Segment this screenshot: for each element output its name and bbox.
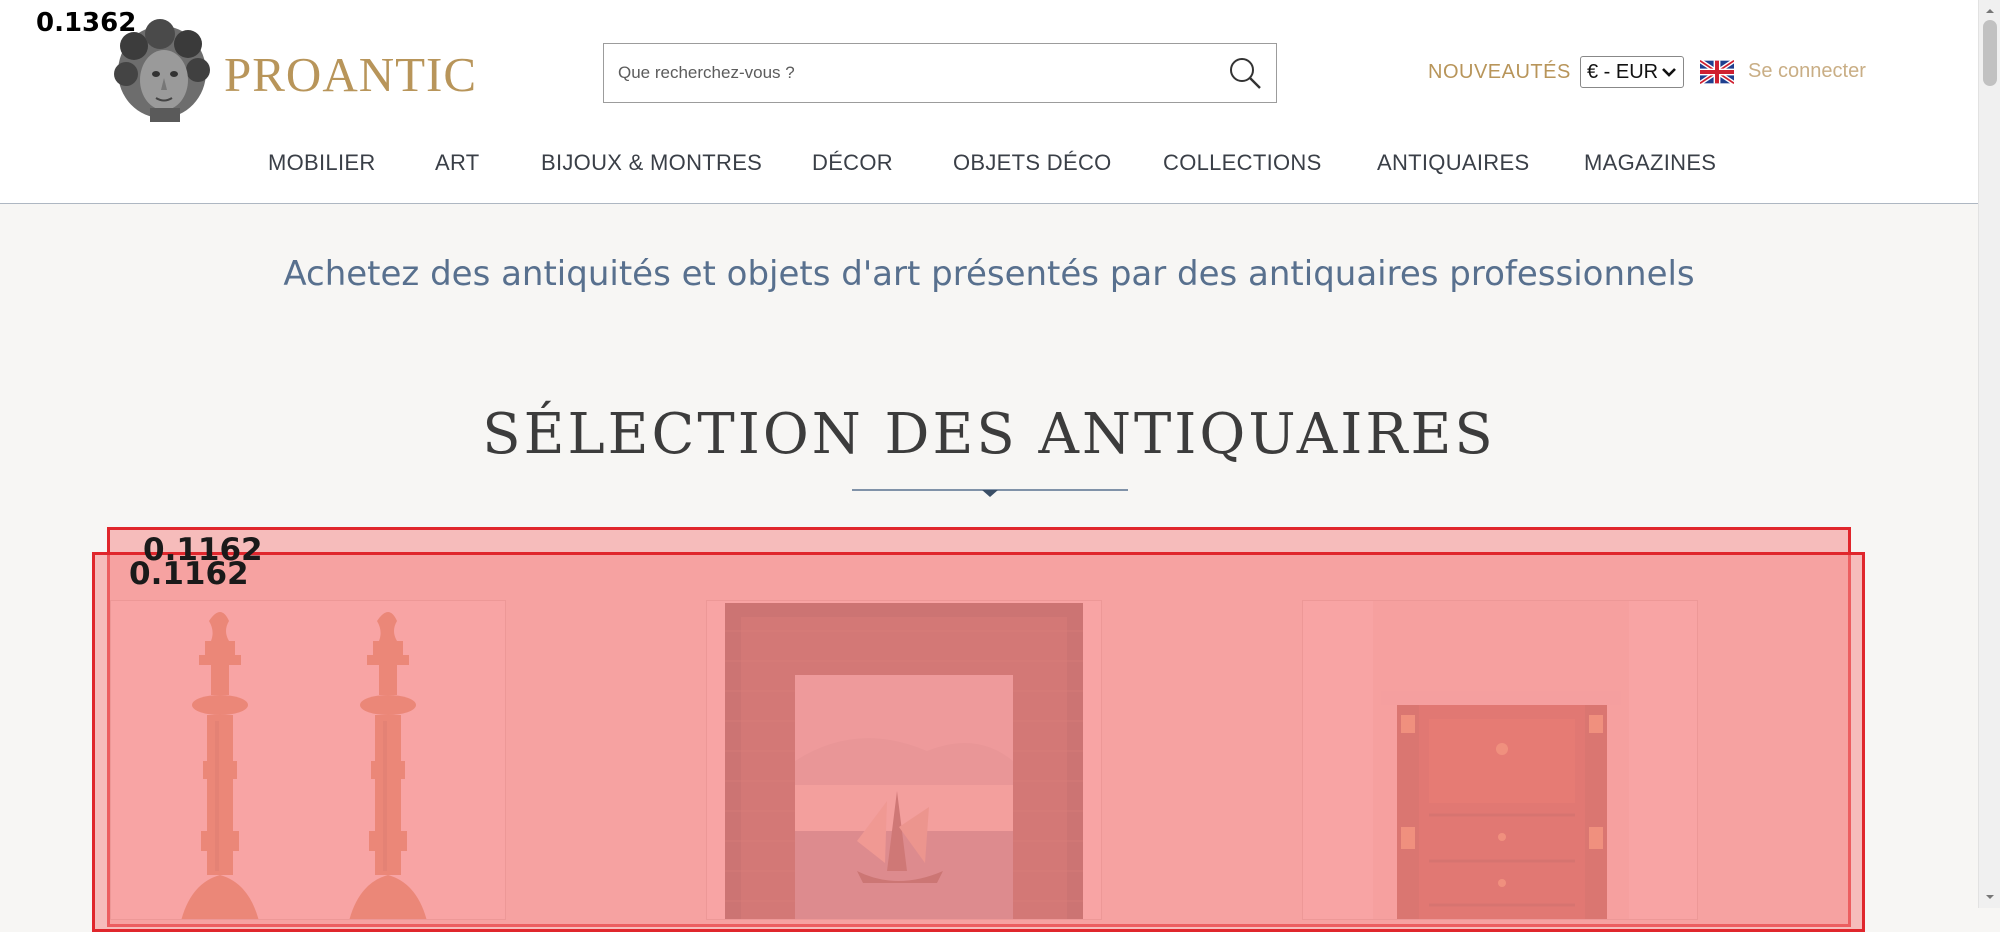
nav-item-mobilier[interactable]: MOBILIER <box>268 150 376 176</box>
page-scrollbar[interactable] <box>1978 0 2000 908</box>
secretary-cabinet-image <box>1303 601 1697 919</box>
title-divider <box>852 489 1128 497</box>
chevron-down-icon <box>1662 68 1676 77</box>
product-card-secretary[interactable] <box>1302 600 1698 920</box>
site-header: PROANTIC NOUVEAUTÉS € - EUR Se connecter… <box>0 0 1978 204</box>
nav-item-collections[interactable]: COLLECTIONS <box>1163 150 1322 176</box>
product-card-painting[interactable] <box>706 600 1102 920</box>
nav-item-bijoux-montres[interactable]: BIJOUX & MONTRES <box>541 150 762 176</box>
currency-select[interactable]: € - EUR <box>1580 56 1684 88</box>
page-tagline: Achetez des antiquités et objets d'art p… <box>283 254 1695 294</box>
search-icon <box>1230 58 1261 89</box>
detection-score-b: 0.1162 <box>129 556 249 592</box>
currency-value: € - EUR <box>1587 60 1659 83</box>
main-nav: MOBILIER ART BIJOUX & MONTRES DÉCOR OBJE… <box>0 140 1978 184</box>
nav-item-antiquaires[interactable]: ANTIQUAIRES <box>1377 150 1529 176</box>
scrollbar-thumb[interactable] <box>1983 20 1997 86</box>
nav-item-art[interactable]: ART <box>435 150 480 176</box>
new-arrivals-link[interactable]: NOUVEAUTÉS <box>1428 61 1571 84</box>
nav-item-objets-deco[interactable]: OBJETS DÉCO <box>953 150 1112 176</box>
nav-item-magazines[interactable]: MAGAZINES <box>1584 150 1716 176</box>
search-box <box>603 43 1277 103</box>
candlesticks-image <box>111 601 505 919</box>
painting-image <box>707 601 1101 919</box>
logo-text[interactable]: PROANTIC <box>224 46 477 103</box>
login-link[interactable]: Se connecter <box>1748 60 1866 83</box>
search-button[interactable] <box>1214 44 1276 102</box>
search-input[interactable] <box>604 44 1214 102</box>
product-card-candlesticks[interactable] <box>110 600 506 920</box>
uk-flag-icon[interactable] <box>1698 58 1736 86</box>
scroll-up-icon[interactable] <box>1985 6 1995 16</box>
scroll-down-icon[interactable] <box>1985 892 1995 902</box>
section-title: SÉLECTION DES ANTIQUAIRES <box>482 402 1496 467</box>
detection-score-top: 0.1362 <box>36 8 137 38</box>
nav-item-decor[interactable]: DÉCOR <box>812 150 893 176</box>
